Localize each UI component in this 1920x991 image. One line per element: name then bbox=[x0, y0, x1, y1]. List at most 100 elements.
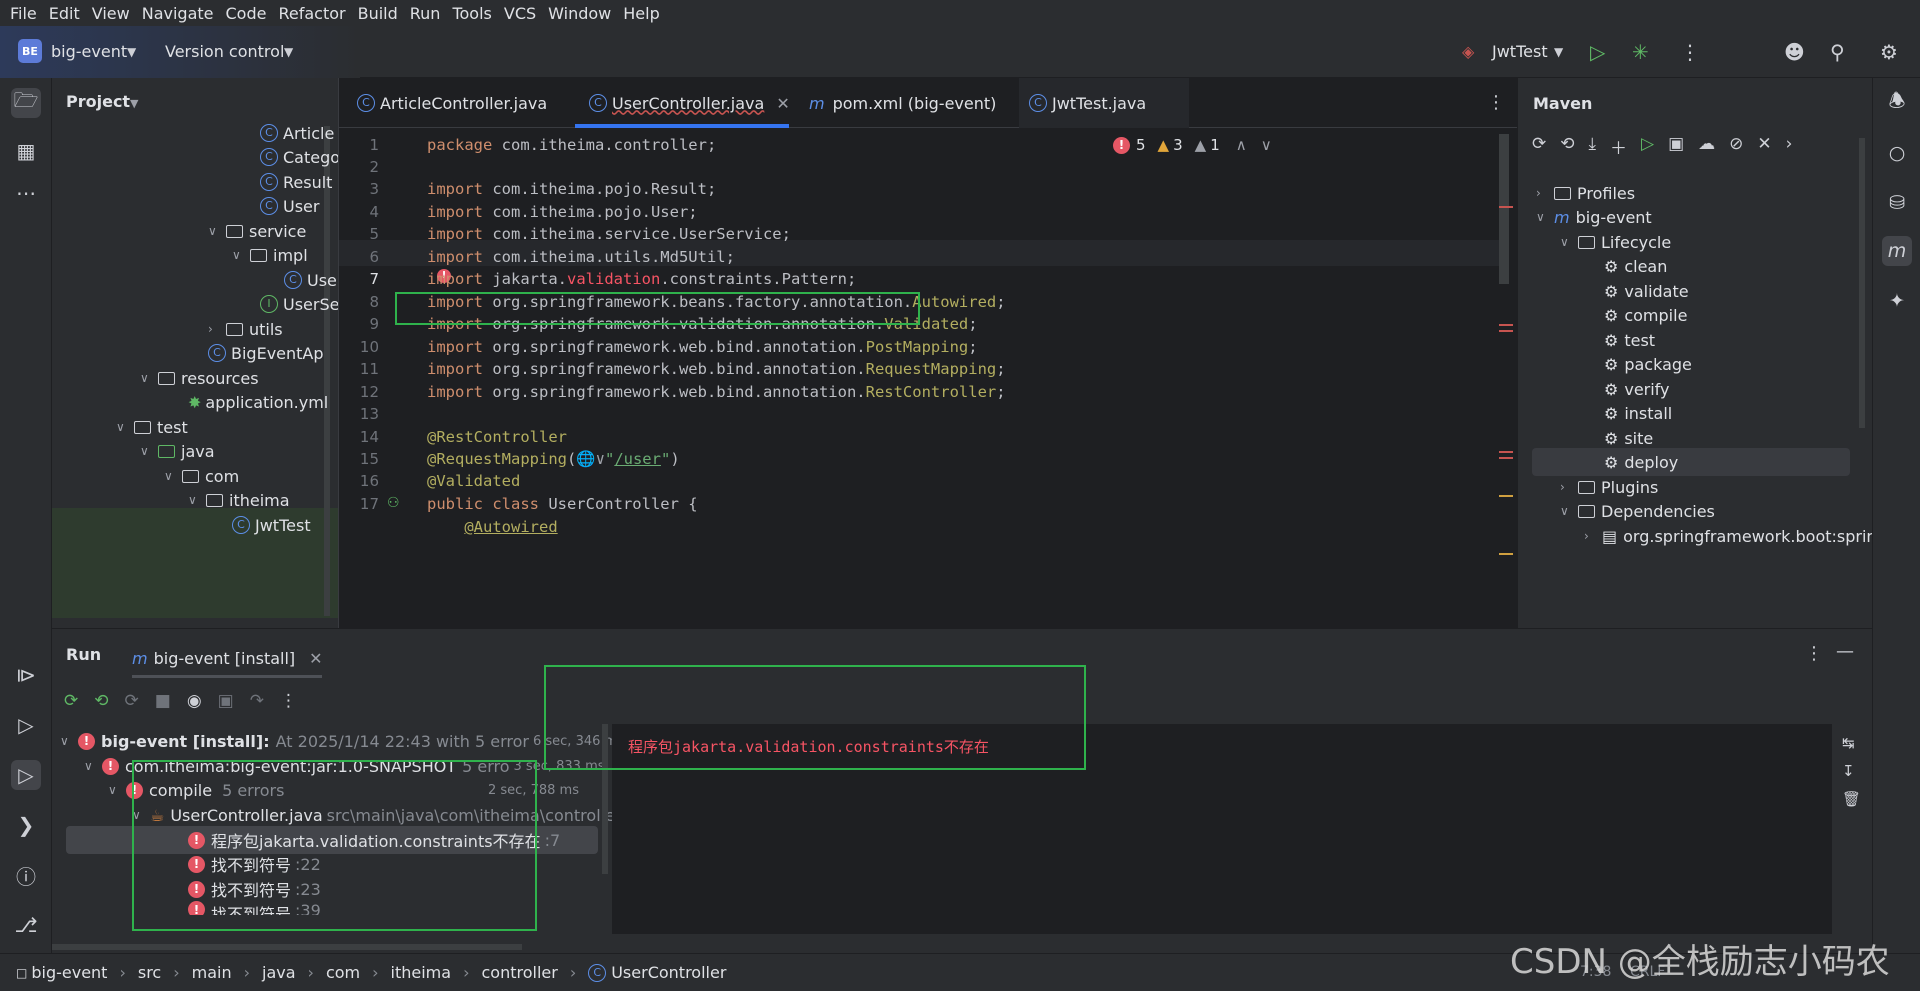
terminal-icon[interactable]: ❯ bbox=[11, 810, 41, 840]
error-marker[interactable] bbox=[1499, 451, 1513, 453]
tree-item[interactable]: IUserSer bbox=[260, 292, 338, 316]
chevron-down-icon[interactable]: ∨ bbox=[116, 420, 134, 434]
add-icon[interactable]: ＋ bbox=[1610, 134, 1627, 159]
chevron-down-icon[interactable]: ▼ bbox=[1554, 45, 1563, 59]
menu-run[interactable]: Run bbox=[404, 4, 447, 23]
structure-icon[interactable]: ▦ bbox=[11, 136, 41, 166]
breadcrumb-item[interactable]: itheima bbox=[391, 963, 452, 982]
eye-icon[interactable]: ◉ bbox=[187, 691, 202, 711]
more-icon[interactable]: ⋮ bbox=[280, 691, 297, 711]
close-icon[interactable]: ✕ bbox=[309, 649, 322, 668]
run-config-tab[interactable]: m big-event [install] ✕ bbox=[132, 639, 323, 677]
minimize-icon[interactable]: — bbox=[1836, 641, 1854, 662]
problems-icon[interactable]: ⓘ bbox=[11, 860, 41, 890]
maven-lifecycle[interactable]: ∨ Lifecycle bbox=[1560, 230, 1671, 254]
more-icon[interactable]: ⋮ bbox=[1805, 643, 1823, 664]
tree-item[interactable]: ∨ test bbox=[116, 415, 188, 439]
inspection-widget[interactable]: ! 5 ▲ 3 ▲ 1 ∧ ∨ bbox=[1113, 136, 1272, 154]
chevron-right-icon[interactable]: › bbox=[1786, 134, 1793, 159]
run-config-selector[interactable]: JwtTest bbox=[1492, 42, 1548, 61]
menu-file[interactable]: File bbox=[4, 4, 43, 23]
lifecycle-item[interactable]: ⚙ clean bbox=[1604, 254, 1667, 278]
tree-item[interactable]: ∨ service bbox=[208, 219, 306, 243]
breadcrumb-item[interactable]: UserController bbox=[611, 963, 726, 982]
stop-icon[interactable]: ■ bbox=[155, 691, 171, 711]
chevron-down-icon[interactable]: ∨ bbox=[1560, 504, 1578, 518]
breadcrumb-item[interactable]: big-event bbox=[31, 963, 107, 982]
tree-item[interactable]: CUser bbox=[260, 194, 319, 218]
vcs-selector[interactable]: Version control bbox=[165, 42, 284, 61]
tree-item[interactable]: ∨ itheima bbox=[188, 488, 290, 512]
chevron-down-icon[interactable]: ∨ bbox=[140, 444, 158, 458]
git-icon[interactable]: ⎇ bbox=[11, 910, 41, 940]
tree-row[interactable]: ∨! big-event [install]: At 2025/1/14 22:43… bbox=[60, 729, 624, 753]
chevron-down-icon[interactable]: ∨ bbox=[60, 734, 78, 748]
menu-code[interactable]: Code bbox=[220, 4, 273, 23]
close-icon[interactable]: ✕ bbox=[776, 94, 789, 113]
menu-refactor[interactable]: Refactor bbox=[272, 4, 351, 23]
chevron-down-icon[interactable]: ∨ bbox=[208, 224, 226, 238]
error-marker[interactable] bbox=[1499, 324, 1513, 326]
services-icon[interactable]: ▷ bbox=[11, 710, 41, 740]
project-selector[interactable]: big-event bbox=[51, 42, 127, 61]
project-panel-title[interactable]: Project bbox=[66, 92, 130, 111]
collapse-icon[interactable]: ✕ bbox=[1757, 134, 1771, 159]
folder-icon[interactable]: 🗁 bbox=[11, 88, 41, 118]
scrollbar[interactable] bbox=[1859, 138, 1865, 428]
run-tool-icon[interactable]: ▷ bbox=[11, 760, 41, 790]
menu-view[interactable]: View bbox=[86, 4, 136, 23]
scroll-to-end-icon[interactable]: ↧ bbox=[1842, 762, 1855, 780]
menu-window[interactable]: Window bbox=[542, 4, 617, 23]
tree-item[interactable]: CUser bbox=[284, 268, 338, 292]
breadcrumb-item[interactable]: src bbox=[138, 963, 161, 982]
project-badge[interactable]: BE bbox=[18, 39, 42, 63]
tab-pom[interactable]: m pom.xml (big-event) bbox=[809, 78, 996, 128]
tree-item[interactable]: ∨ com bbox=[164, 464, 239, 488]
folder-reload-icon[interactable]: ⟲ bbox=[1560, 134, 1574, 159]
camera-icon[interactable]: ▣ bbox=[218, 691, 234, 711]
warning-marker[interactable] bbox=[1499, 495, 1513, 497]
database-icon[interactable]: ⛁ bbox=[1882, 188, 1912, 218]
maven-profiles[interactable]: › Profiles bbox=[1536, 181, 1635, 205]
chevron-down-icon[interactable]: ∨ bbox=[84, 759, 102, 773]
tree-item[interactable]: ∨ java bbox=[140, 439, 215, 463]
bean-icon[interactable]: ⚇ bbox=[387, 495, 400, 511]
gear-icon[interactable]: ⚙ bbox=[1880, 40, 1898, 64]
lifecycle-item[interactable]: ⚙ compile bbox=[1604, 303, 1687, 327]
menu-navigate[interactable]: Navigate bbox=[136, 4, 220, 23]
chevron-right-icon[interactable]: › bbox=[1584, 529, 1602, 543]
tab-usercontroller[interactable]: C UserController.java ✕ bbox=[589, 78, 790, 128]
chevron-down-icon[interactable]: ∨ bbox=[1560, 235, 1578, 249]
lifecycle-item[interactable]: ⚙ validate bbox=[1604, 279, 1689, 303]
chevron-right-icon[interactable]: › bbox=[208, 322, 226, 336]
maven-plugins[interactable]: › Plugins bbox=[1560, 475, 1658, 499]
skip-tests-icon[interactable]: ⊘ bbox=[1729, 134, 1743, 159]
maven-dependency[interactable]: › ▤ org.springframework.boot:spring bbox=[1584, 524, 1872, 548]
debug-icon[interactable]: ✳ bbox=[1632, 40, 1649, 64]
run-icon[interactable]: ▷ bbox=[1590, 40, 1605, 64]
lifecycle-item[interactable]: ⚙ package bbox=[1604, 352, 1692, 376]
tab-jwttest[interactable]: C JwtTest.java bbox=[1019, 78, 1189, 128]
execute-goal-icon[interactable]: ▣ bbox=[1668, 134, 1684, 159]
more-icon[interactable]: ⋮ bbox=[1680, 40, 1700, 64]
tree-item[interactable]: ∨ impl bbox=[232, 243, 308, 267]
search-icon[interactable]: ⚲ bbox=[1830, 40, 1845, 64]
tab-articlecontroller[interactable]: C ArticleController.java bbox=[357, 78, 547, 128]
chevron-right-icon[interactable]: › bbox=[1560, 480, 1578, 494]
maven-dependencies[interactable]: ∨ Dependencies bbox=[1560, 499, 1715, 523]
maven-icon[interactable]: m bbox=[1882, 236, 1912, 266]
download-icon[interactable]: ⤓ bbox=[1589, 134, 1597, 159]
chevron-down-icon[interactable]: ∨ bbox=[1261, 136, 1272, 154]
offline-icon[interactable]: ☁ bbox=[1698, 134, 1715, 159]
lifecycle-item[interactable]: ⚙ deploy bbox=[1604, 450, 1678, 474]
horizontal-scrollbar[interactable] bbox=[52, 944, 522, 950]
lifecycle-item[interactable]: ⚙ site bbox=[1604, 426, 1653, 450]
lifecycle-item[interactable]: ⚙ test bbox=[1604, 328, 1655, 352]
chevron-down-icon[interactable]: ▼ bbox=[127, 45, 136, 59]
ai-assistant-icon[interactable]: ○ bbox=[1882, 138, 1912, 168]
error-marker[interactable] bbox=[1499, 206, 1513, 208]
tree-item[interactable]: C Article bbox=[260, 121, 334, 145]
chevron-down-icon[interactable]: ∨ bbox=[164, 469, 182, 483]
reload-icon[interactable]: ⟳ bbox=[1532, 134, 1546, 159]
restart-icon[interactable]: ⟳ bbox=[125, 691, 139, 711]
